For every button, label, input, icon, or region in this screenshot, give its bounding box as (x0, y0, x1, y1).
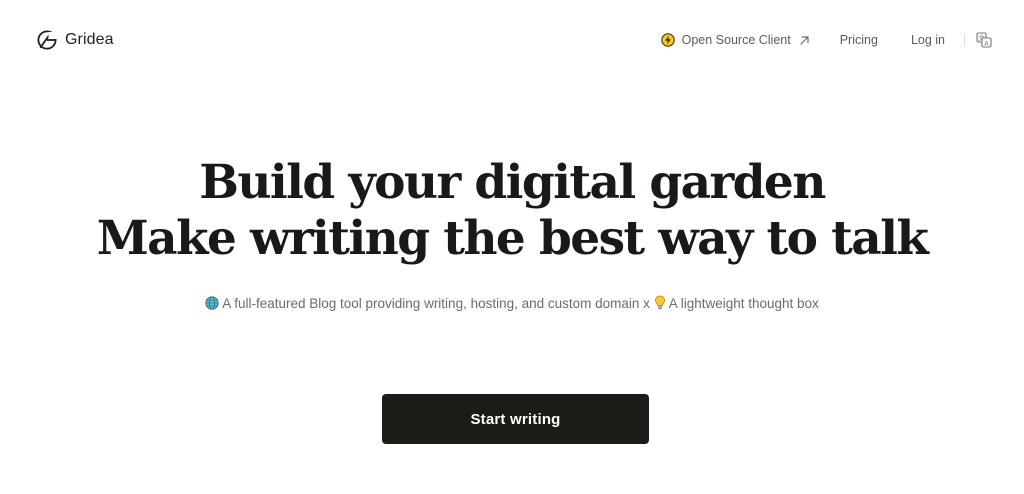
subtitle-text-part-1: A full-featured Blog tool providing writ… (219, 296, 654, 311)
lightning-badge-icon (660, 33, 675, 47)
start-writing-button[interactable]: Start writing (382, 394, 649, 444)
pricing-link[interactable]: Pricing (840, 33, 878, 47)
hero-title-line-1: Build your digital garden (199, 155, 826, 210)
hero-subtitle: A full-featured Blog tool providing writ… (0, 295, 1024, 311)
brand-logo-link[interactable]: Gridea (36, 29, 114, 51)
hero-title-line-2: Make writing the best way to talk (96, 211, 929, 266)
hero-title: Build your digital garden Make writing t… (0, 155, 1024, 267)
lightbulb-icon (654, 295, 665, 310)
svg-text:A: A (984, 39, 989, 47)
brand-name: Gridea (65, 31, 114, 48)
login-link[interactable]: Log in (911, 33, 945, 47)
arrow-up-right-icon (800, 35, 809, 45)
nav-divider (964, 34, 965, 46)
subtitle-text-part-2: A lightweight thought box (665, 296, 819, 311)
site-header: Gridea Open Source Client Pricing Log in… (0, 0, 1024, 80)
open-source-client-link[interactable]: Open Source Client (660, 33, 810, 47)
open-source-client-label: Open Source Client (681, 33, 791, 47)
translate-icon[interactable]: 文 A (976, 32, 992, 48)
hero-section: Build your digital garden Make writing t… (0, 155, 1024, 267)
gridea-logo-icon (37, 30, 58, 50)
globe-icon (205, 296, 219, 310)
top-nav: Open Source Client Pricing Log in 文 A (660, 28, 992, 52)
